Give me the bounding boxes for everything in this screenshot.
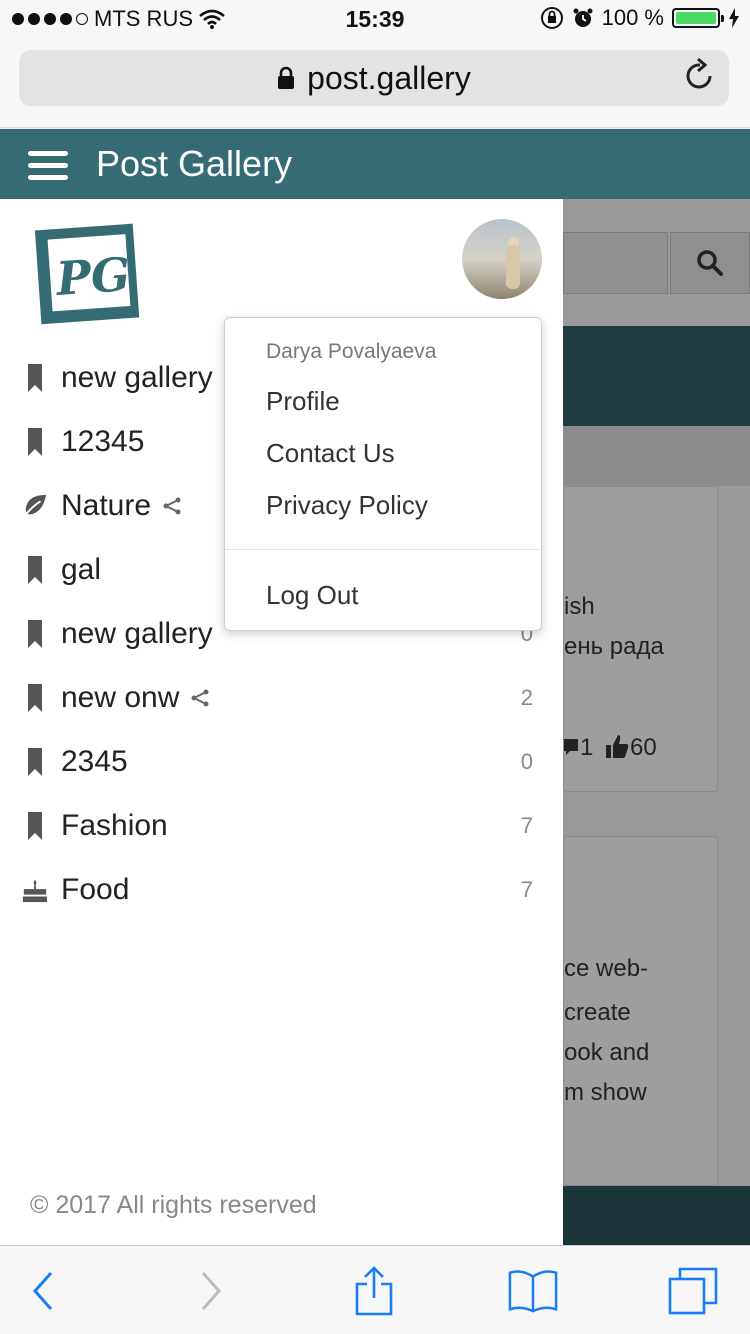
like-count: 60 [630, 734, 657, 761]
chevron-left-icon [32, 1272, 53, 1310]
background-strip [563, 426, 750, 486]
orientation-lock-icon [540, 7, 563, 29]
background-card: ce web- create ook and m show [563, 836, 718, 1186]
sidebar-item-label: new onw [61, 681, 209, 715]
background-card-text: ень рада [564, 633, 664, 660]
sidebar-item-label: gal [61, 553, 101, 587]
comment-count: 1 [580, 734, 594, 761]
search-icon [697, 250, 723, 276]
sidebar-item-gallery[interactable]: Fashion 7 [0, 795, 563, 859]
gallery-count: 0 [520, 749, 533, 774]
bookmark-icon [22, 747, 48, 777]
app-header: Post Gallery [0, 129, 750, 199]
gallery-name: Fashion [61, 809, 168, 842]
background-card-text: ook and [564, 1039, 650, 1066]
sidebar-item-gallery[interactable]: new onw 2 [0, 667, 563, 731]
background-footer [563, 1186, 750, 1245]
cake-icon [22, 875, 48, 905]
battery-icon [672, 8, 724, 28]
background-card-stats: 1 60 [564, 733, 657, 762]
user-name: Darya Povalyaeva [266, 340, 437, 363]
log-out-button[interactable]: Log Out [266, 580, 359, 611]
background-card-text: m show [564, 1079, 647, 1106]
tabs-icon [668, 1267, 718, 1315]
user-dropdown-menu: Darya Povalyaeva Profile Contact Us Priv… [224, 317, 542, 631]
gallery-name: new gallery [61, 361, 213, 394]
browser-chrome: post.gallery [0, 40, 750, 128]
svg-text:PG: PG [52, 247, 131, 306]
sidebar-item-gallery[interactable]: Food 7 [0, 859, 563, 923]
address-bar[interactable]: post.gallery [19, 50, 729, 106]
charging-bolt-icon [729, 8, 739, 28]
status-bar: MTS RUS 15:39 100 % [0, 0, 750, 40]
contact-us-link[interactable]: Contact Us [266, 438, 395, 469]
background-page: ish ень рада 1 60 ce web- create ook and… [563, 199, 750, 1245]
back-button[interactable] [18, 1268, 68, 1314]
book-icon [508, 1270, 558, 1313]
sidebar-item-label: Food [61, 873, 129, 907]
share-icon [163, 497, 181, 520]
bookmark-icon [22, 363, 48, 393]
background-card-text: ce web- [564, 955, 649, 982]
background-search-button [670, 232, 750, 294]
background-search-input [563, 232, 668, 294]
reload-icon[interactable] [685, 58, 715, 92]
gallery-name: Food [61, 873, 130, 906]
gallery-name: new onw [61, 681, 180, 714]
sidebar-item-label: Nature [61, 489, 181, 523]
dropdown-divider [225, 549, 541, 550]
gallery-count: 7 [520, 877, 533, 902]
post-gallery-logo[interactable]: PG [30, 219, 142, 327]
gallery-name: 2345 [61, 745, 128, 778]
browser-toolbar [0, 1245, 750, 1334]
copyright-text: © 2017 All rights reserved [30, 1191, 317, 1219]
user-avatar[interactable] [462, 219, 542, 299]
bookmark-icon [22, 683, 48, 713]
url-text: post.gallery [307, 59, 471, 96]
alarm-icon [573, 8, 593, 27]
share-button[interactable] [349, 1266, 399, 1316]
battery-percent: 100 % [601, 5, 664, 30]
sidebar-item-label: new gallery [61, 361, 213, 395]
sidebar-item-label: 12345 [61, 425, 144, 459]
background-card-text: ish [564, 593, 595, 620]
status-right: 100 % [540, 5, 740, 31]
bookmarks-button[interactable] [508, 1268, 558, 1314]
gallery-count: 2 [520, 685, 533, 710]
leaf-icon [22, 491, 48, 521]
gallery-name: new gallery [61, 617, 213, 650]
sidebar-item-label: 2345 [61, 745, 128, 779]
background-banner [563, 326, 750, 426]
background-card: ish ень рада 1 60 [563, 486, 718, 792]
background-card-text: create [564, 999, 631, 1026]
share-icon [355, 1266, 393, 1316]
menu-icon[interactable] [28, 151, 68, 180]
gallery-name: 12345 [61, 425, 145, 458]
sidebar-item-label: Fashion [61, 809, 168, 843]
sidebar-item-gallery[interactable]: 2345 0 [0, 731, 563, 795]
app-title: Post Gallery [96, 143, 293, 184]
comment-icon [564, 739, 578, 755]
chevron-right-icon [201, 1272, 222, 1310]
bookmark-icon [22, 811, 48, 841]
gallery-count: 7 [520, 813, 533, 838]
gallery-name: Nature [61, 489, 152, 522]
share-icon [191, 689, 209, 712]
bookmark-icon [22, 555, 48, 585]
bookmark-icon [22, 619, 48, 649]
forward-button[interactable] [186, 1268, 236, 1314]
profile-link[interactable]: Profile [266, 386, 340, 417]
gallery-name: gal [61, 553, 102, 586]
tabs-button[interactable] [668, 1267, 718, 1315]
thumbs-up-icon [606, 735, 629, 758]
bookmark-icon [22, 427, 48, 457]
lock-icon [278, 66, 295, 89]
privacy-policy-link[interactable]: Privacy Policy [266, 490, 428, 521]
sidebar-item-label: new gallery [61, 617, 213, 651]
